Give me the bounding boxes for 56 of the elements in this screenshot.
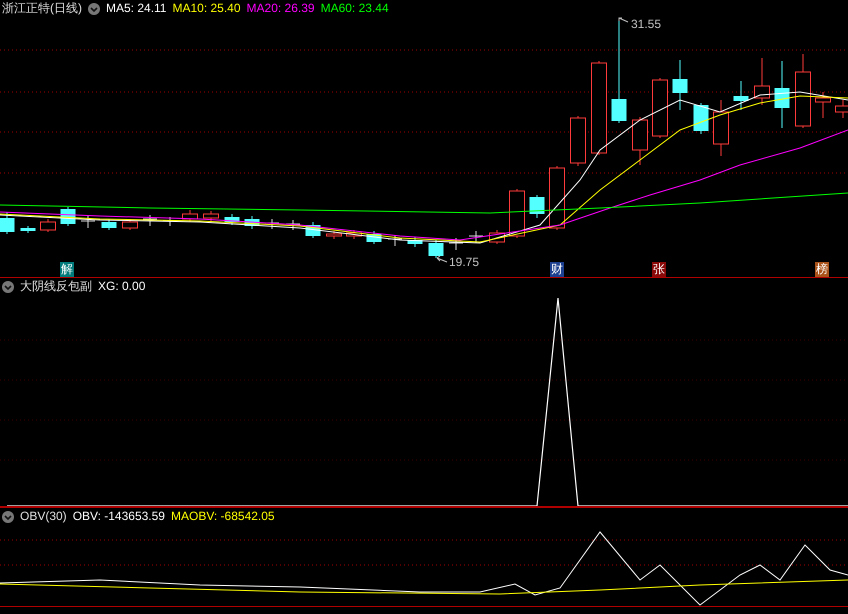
candlestick	[40, 218, 56, 232]
candlestick	[509, 188, 525, 238]
indicator-value: MA10: 25.40	[172, 1, 241, 16]
candlestick	[224, 214, 240, 226]
candlestick	[694, 102, 708, 134]
event-marker[interactable]: 榜	[815, 262, 829, 277]
candlestick	[142, 214, 158, 226]
indicator-value: MA60: 23.44	[320, 1, 389, 16]
event-marker[interactable]: 财	[550, 262, 564, 277]
candlestick	[286, 220, 300, 230]
candlestick	[428, 240, 444, 258]
candlestick	[326, 230, 342, 240]
candlestick	[713, 100, 729, 156]
candlestick	[366, 230, 382, 244]
candlestick	[102, 218, 116, 230]
candlestick	[652, 78, 668, 138]
high-pointer-icon	[618, 18, 628, 22]
candlestick	[632, 116, 648, 166]
dropdown-icon[interactable]	[2, 280, 14, 292]
indicator-title: OBV(30)	[20, 509, 67, 524]
candlestick	[815, 92, 831, 118]
indicator-value: OBV: -143653.59	[72, 509, 165, 524]
candlestick	[408, 236, 422, 248]
candlestick	[570, 116, 586, 166]
low-price-label: 19.75	[449, 255, 480, 269]
candlestick	[182, 210, 198, 222]
candlestick	[754, 58, 770, 106]
candlestick	[306, 222, 320, 238]
candlestick	[80, 216, 96, 228]
candlestick	[489, 230, 505, 244]
dropdown-icon[interactable]	[88, 2, 100, 14]
dropdown-icon[interactable]	[2, 510, 14, 522]
candlestick	[388, 234, 402, 246]
indicator-value: MAOBV: -68542.05	[170, 509, 275, 524]
event-marker[interactable]: 解	[60, 262, 74, 277]
chart-title: 浙江正特(日线)	[2, 1, 82, 16]
candlestick	[774, 60, 790, 128]
low-pointer-icon	[436, 256, 448, 262]
indicator-title: 大阴线反包副	[20, 279, 92, 294]
candlestick	[672, 60, 688, 110]
candlestick	[244, 216, 260, 230]
candlestick	[122, 218, 138, 230]
indicator-value: XG: 0.00	[98, 279, 146, 294]
candlestick	[468, 230, 484, 244]
candlestick	[549, 166, 565, 230]
candlestick	[448, 238, 464, 250]
candlestick	[346, 230, 362, 240]
event-marker[interactable]: 张	[652, 262, 666, 277]
candlestick	[0, 212, 14, 234]
candlestick	[530, 194, 544, 218]
high-price-label: 31.55	[631, 17, 662, 31]
candlestick	[734, 80, 748, 110]
candlestick	[203, 210, 219, 222]
indicator-value: MA20: 26.39	[246, 1, 315, 16]
candlestick	[20, 226, 36, 234]
indicator-value: MA5: 24.11	[106, 1, 166, 16]
